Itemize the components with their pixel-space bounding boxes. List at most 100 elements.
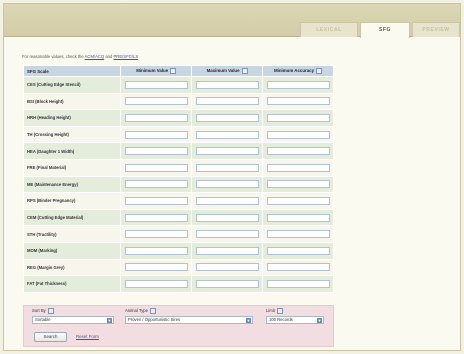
max-input[interactable] [195, 279, 259, 288]
max-input[interactable] [195, 97, 259, 106]
animal-type-label: Animal Type [125, 308, 156, 314]
help-icon[interactable] [316, 68, 323, 74]
accuracy-input[interactable] [266, 163, 330, 172]
help-icon[interactable] [276, 308, 283, 314]
cell-max [191, 241, 264, 260]
cell-max [191, 208, 264, 227]
table-row: BSI (Block Height) [22, 92, 334, 111]
row-label: FRE (Final Material) [22, 158, 122, 177]
accuracy-input[interactable] [266, 230, 330, 239]
min-input[interactable] [124, 279, 188, 288]
accuracy-input[interactable] [266, 213, 330, 222]
max-input[interactable] [195, 80, 259, 89]
max-input[interactable] [195, 196, 259, 205]
cell-max [191, 109, 264, 127]
cell-accuracy [262, 76, 334, 94]
table-row: HRH (Heading Height) [22, 109, 334, 127]
row-label: REG (Margin Grey) [22, 258, 122, 277]
cell-min [120, 76, 193, 94]
cell-accuracy [262, 158, 334, 177]
cell-max [191, 125, 264, 144]
help-icon[interactable] [149, 308, 156, 314]
help-icon[interactable] [241, 68, 248, 74]
table-row: TH (Crossing Height) [22, 125, 334, 144]
acm-acq-link[interactable]: ACM/ACQ [85, 54, 105, 59]
row-label: RPS (Binder Pregnancy) [22, 192, 122, 210]
max-input[interactable] [195, 213, 259, 222]
min-input[interactable] [124, 113, 188, 122]
max-input[interactable] [195, 113, 259, 122]
max-input[interactable] [195, 163, 259, 172]
accuracy-input[interactable] [266, 246, 330, 255]
table-row: MOM (Marking) [22, 241, 334, 260]
accuracy-input[interactable] [266, 147, 330, 156]
min-input[interactable] [124, 213, 188, 222]
accuracy-input[interactable] [266, 196, 330, 205]
min-input[interactable] [124, 263, 188, 272]
row-label: HEA (Daughter 1 Width) [22, 142, 122, 160]
min-input[interactable] [124, 180, 188, 189]
max-input[interactable] [195, 130, 259, 139]
cell-min [120, 125, 193, 144]
accuracy-input[interactable] [266, 130, 330, 139]
table-row: CEM (Cutting Edge Material) [22, 208, 334, 227]
min-input[interactable] [124, 163, 188, 172]
row-label: MOM (Marking) [22, 241, 122, 260]
cell-max [191, 225, 264, 243]
min-input[interactable] [124, 130, 188, 139]
cell-accuracy [262, 92, 334, 111]
cell-min [120, 208, 193, 227]
max-input[interactable] [195, 246, 259, 255]
reset-form-link[interactable]: Reset Form [76, 334, 99, 339]
table-row: FRE (Final Material) [22, 158, 334, 177]
min-input[interactable] [124, 196, 188, 205]
accuracy-input[interactable] [266, 279, 330, 288]
row-label: BSI (Block Height) [22, 92, 122, 111]
help-icon[interactable] [47, 308, 54, 314]
row-label: HRH (Heading Height) [22, 109, 122, 127]
limit-select[interactable]: 100 Records ▼ [266, 316, 324, 324]
accuracy-input[interactable] [266, 113, 330, 122]
cell-max [191, 158, 264, 177]
tab-lexical[interactable]: LEXICAL [300, 22, 358, 37]
min-input[interactable] [124, 147, 188, 156]
reference-notice: For reasonable values, check the ACM/ACQ… [22, 54, 138, 59]
min-input[interactable] [124, 80, 188, 89]
cell-min [120, 158, 193, 177]
animal-type-select[interactable]: Proven / Opportunistic Sires ▼ [125, 316, 253, 324]
accuracy-input[interactable] [266, 80, 330, 89]
cell-min [120, 109, 193, 127]
cell-accuracy [262, 225, 334, 243]
help-icon[interactable] [170, 68, 177, 74]
accuracy-input[interactable] [266, 263, 330, 272]
max-input[interactable] [195, 263, 259, 272]
cell-min [120, 142, 193, 160]
table-row: FAT (Fat Thickness) [22, 275, 334, 293]
table-row: CES (Cutting Edge Stencil) [22, 76, 334, 94]
cell-accuracy [262, 175, 334, 194]
cell-accuracy [262, 142, 334, 160]
search-button[interactable]: Search [34, 332, 67, 342]
limit-label: Limit [266, 308, 283, 314]
col-header-max: Maximum Value [191, 65, 264, 77]
accuracy-input[interactable] [266, 97, 330, 106]
col-header-scale: SFG Scale [22, 65, 122, 77]
row-label: TH (Crossing Height) [22, 125, 122, 144]
accuracy-input[interactable] [266, 180, 330, 189]
tab-sfg[interactable]: SFG [360, 22, 410, 38]
table-row: STH (Tractility) [22, 225, 334, 243]
cell-min [120, 175, 193, 194]
min-input[interactable] [124, 97, 188, 106]
cell-accuracy [262, 241, 334, 260]
min-input[interactable] [124, 246, 188, 255]
row-label: STH (Tractility) [22, 225, 122, 243]
min-input[interactable] [124, 230, 188, 239]
cell-max [191, 142, 264, 160]
tab-preview[interactable]: PREVIEW [412, 22, 460, 37]
sortby-select[interactable]: Sortable ▼ [32, 316, 114, 324]
max-input[interactable] [195, 147, 259, 156]
pre-sfg-link[interactable]: PRE/SFG/LS [114, 54, 139, 59]
max-input[interactable] [195, 230, 259, 239]
sfg-criteria-table: SFG Scale Minimum Value Maximum Value Mi… [22, 65, 334, 293]
max-input[interactable] [195, 180, 259, 189]
